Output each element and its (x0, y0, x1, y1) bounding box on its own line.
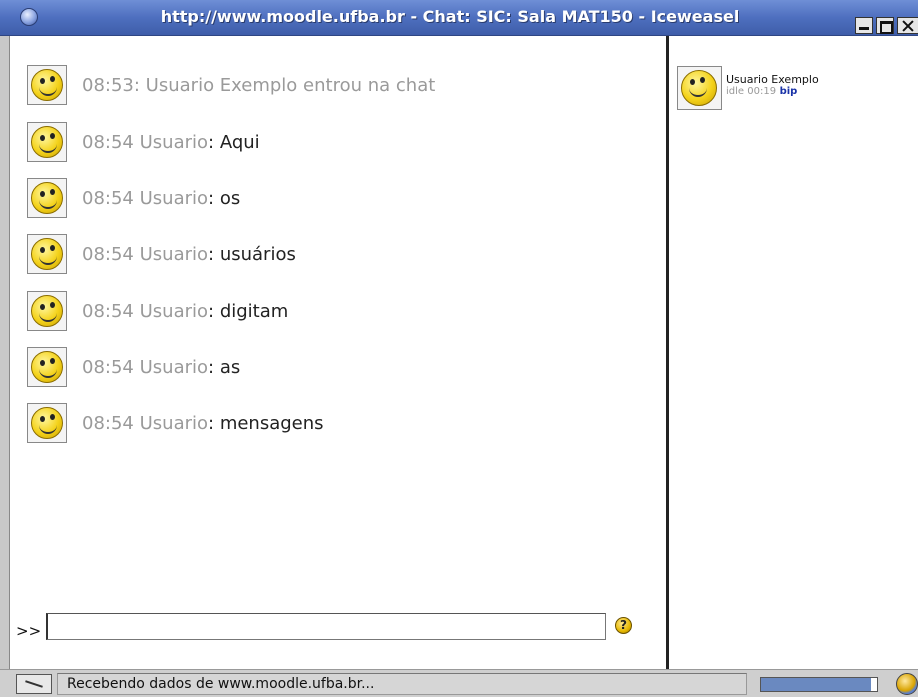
avatar (27, 234, 67, 274)
message-separator: : (208, 131, 215, 153)
maximize-button[interactable] (876, 17, 894, 34)
message-user: Usuario (139, 412, 209, 434)
close-button[interactable] (897, 17, 918, 34)
progress-fill (761, 678, 872, 691)
user-idle-time: idle 00:19 (726, 86, 777, 97)
message-time: 08:53: (82, 74, 140, 96)
message-body: as (219, 356, 241, 378)
chat-message: 08:54 Usuario: as (27, 345, 240, 389)
message-user: Usuario (139, 187, 209, 209)
chat-input-frame: >> ? (10, 610, 666, 669)
chat-users-frame: Usuario Exemplo idle 00:19 bip (669, 36, 918, 669)
message-time: 08:54 (82, 131, 134, 153)
message-separator: : (208, 356, 215, 378)
message-text: 08:53: Usuario Exemplo entrou na chat (82, 75, 435, 96)
user-name: Usuario Exemplo (726, 73, 819, 86)
message-time: 08:54 (82, 243, 134, 265)
window-titlebar[interactable]: http://www.moodle.ufba.br - Chat: SIC: S… (0, 0, 918, 36)
chat-message: 08:54 Usuario: Aqui (27, 120, 260, 164)
message-separator: : (208, 412, 215, 434)
help-icon[interactable]: ? (615, 617, 632, 634)
message-body: usuários (219, 243, 296, 265)
message-time: 08:54 (82, 356, 134, 378)
chat-message: 08:53: Usuario Exemplo entrou na chat (27, 63, 435, 107)
chat-message: 08:54 Usuario: mensagens (27, 401, 324, 445)
user-info: Usuario Exemplo idle 00:19 bip (726, 74, 819, 110)
avatar (27, 122, 67, 162)
bip-link[interactable]: bip (780, 86, 798, 97)
message-text: 08:54 Usuario: digitam (82, 301, 288, 322)
network-activity-icon (896, 673, 918, 695)
message-user: Usuario (139, 356, 209, 378)
smiley-icon (681, 70, 717, 106)
avatar (27, 65, 67, 105)
security-status-icon[interactable] (16, 674, 52, 694)
smiley-icon (31, 295, 63, 327)
message-system-text: Usuario Exemplo entrou na chat (145, 74, 436, 96)
smiley-icon (31, 238, 63, 270)
message-body: digitam (219, 300, 289, 322)
message-text: 08:54 Usuario: mensagens (82, 413, 324, 434)
smiley-icon (31, 351, 63, 383)
message-body: mensagens (219, 412, 324, 434)
message-text: 08:54 Usuario: os (82, 188, 240, 209)
avatar (27, 403, 67, 443)
chat-message: 08:54 Usuario: os (27, 176, 240, 220)
message-user: Usuario (139, 131, 209, 153)
avatar (27, 291, 67, 331)
user-list-item: Usuario Exemplo idle 00:19 bip (677, 66, 819, 110)
message-separator: : (208, 300, 215, 322)
message-user: Usuario (139, 300, 209, 322)
message-text: 08:54 Usuario: usuários (82, 244, 296, 265)
iceweasel-icon[interactable] (20, 8, 38, 26)
minimize-button[interactable] (855, 17, 873, 34)
loading-progress-bar (760, 677, 878, 692)
message-time: 08:54 (82, 412, 134, 434)
chat-messages-frame: 08:53: Usuario Exemplo entrou na chat 08… (10, 36, 666, 610)
avatar (27, 178, 67, 218)
smiley-icon (31, 182, 63, 214)
message-body: Aqui (219, 131, 260, 153)
message-separator: : (208, 187, 215, 209)
message-separator: : (208, 243, 215, 265)
smiley-icon (31, 407, 63, 439)
message-text: 08:54 Usuario: as (82, 357, 240, 378)
chat-message: 08:54 Usuario: digitam (27, 289, 288, 333)
message-text: 08:54 Usuario: Aqui (82, 132, 260, 153)
message-user: Usuario (139, 243, 209, 265)
status-text: Recebendo dados de www.moodle.ufba.br... (57, 673, 747, 695)
avatar (677, 66, 722, 110)
chat-message-input[interactable] (46, 613, 606, 640)
message-body: os (219, 187, 241, 209)
chat-message: 08:54 Usuario: usuários (27, 232, 296, 276)
window-left-border (0, 36, 10, 697)
window-title: http://www.moodle.ufba.br - Chat: SIC: S… (160, 7, 740, 26)
message-time: 08:54 (82, 187, 134, 209)
avatar (27, 347, 67, 387)
message-time: 08:54 (82, 300, 134, 322)
input-prompt: >> (16, 622, 42, 640)
browser-statusbar: Recebendo dados de www.moodle.ufba.br... (0, 669, 918, 697)
smiley-icon (31, 126, 63, 158)
smiley-icon (31, 69, 63, 101)
